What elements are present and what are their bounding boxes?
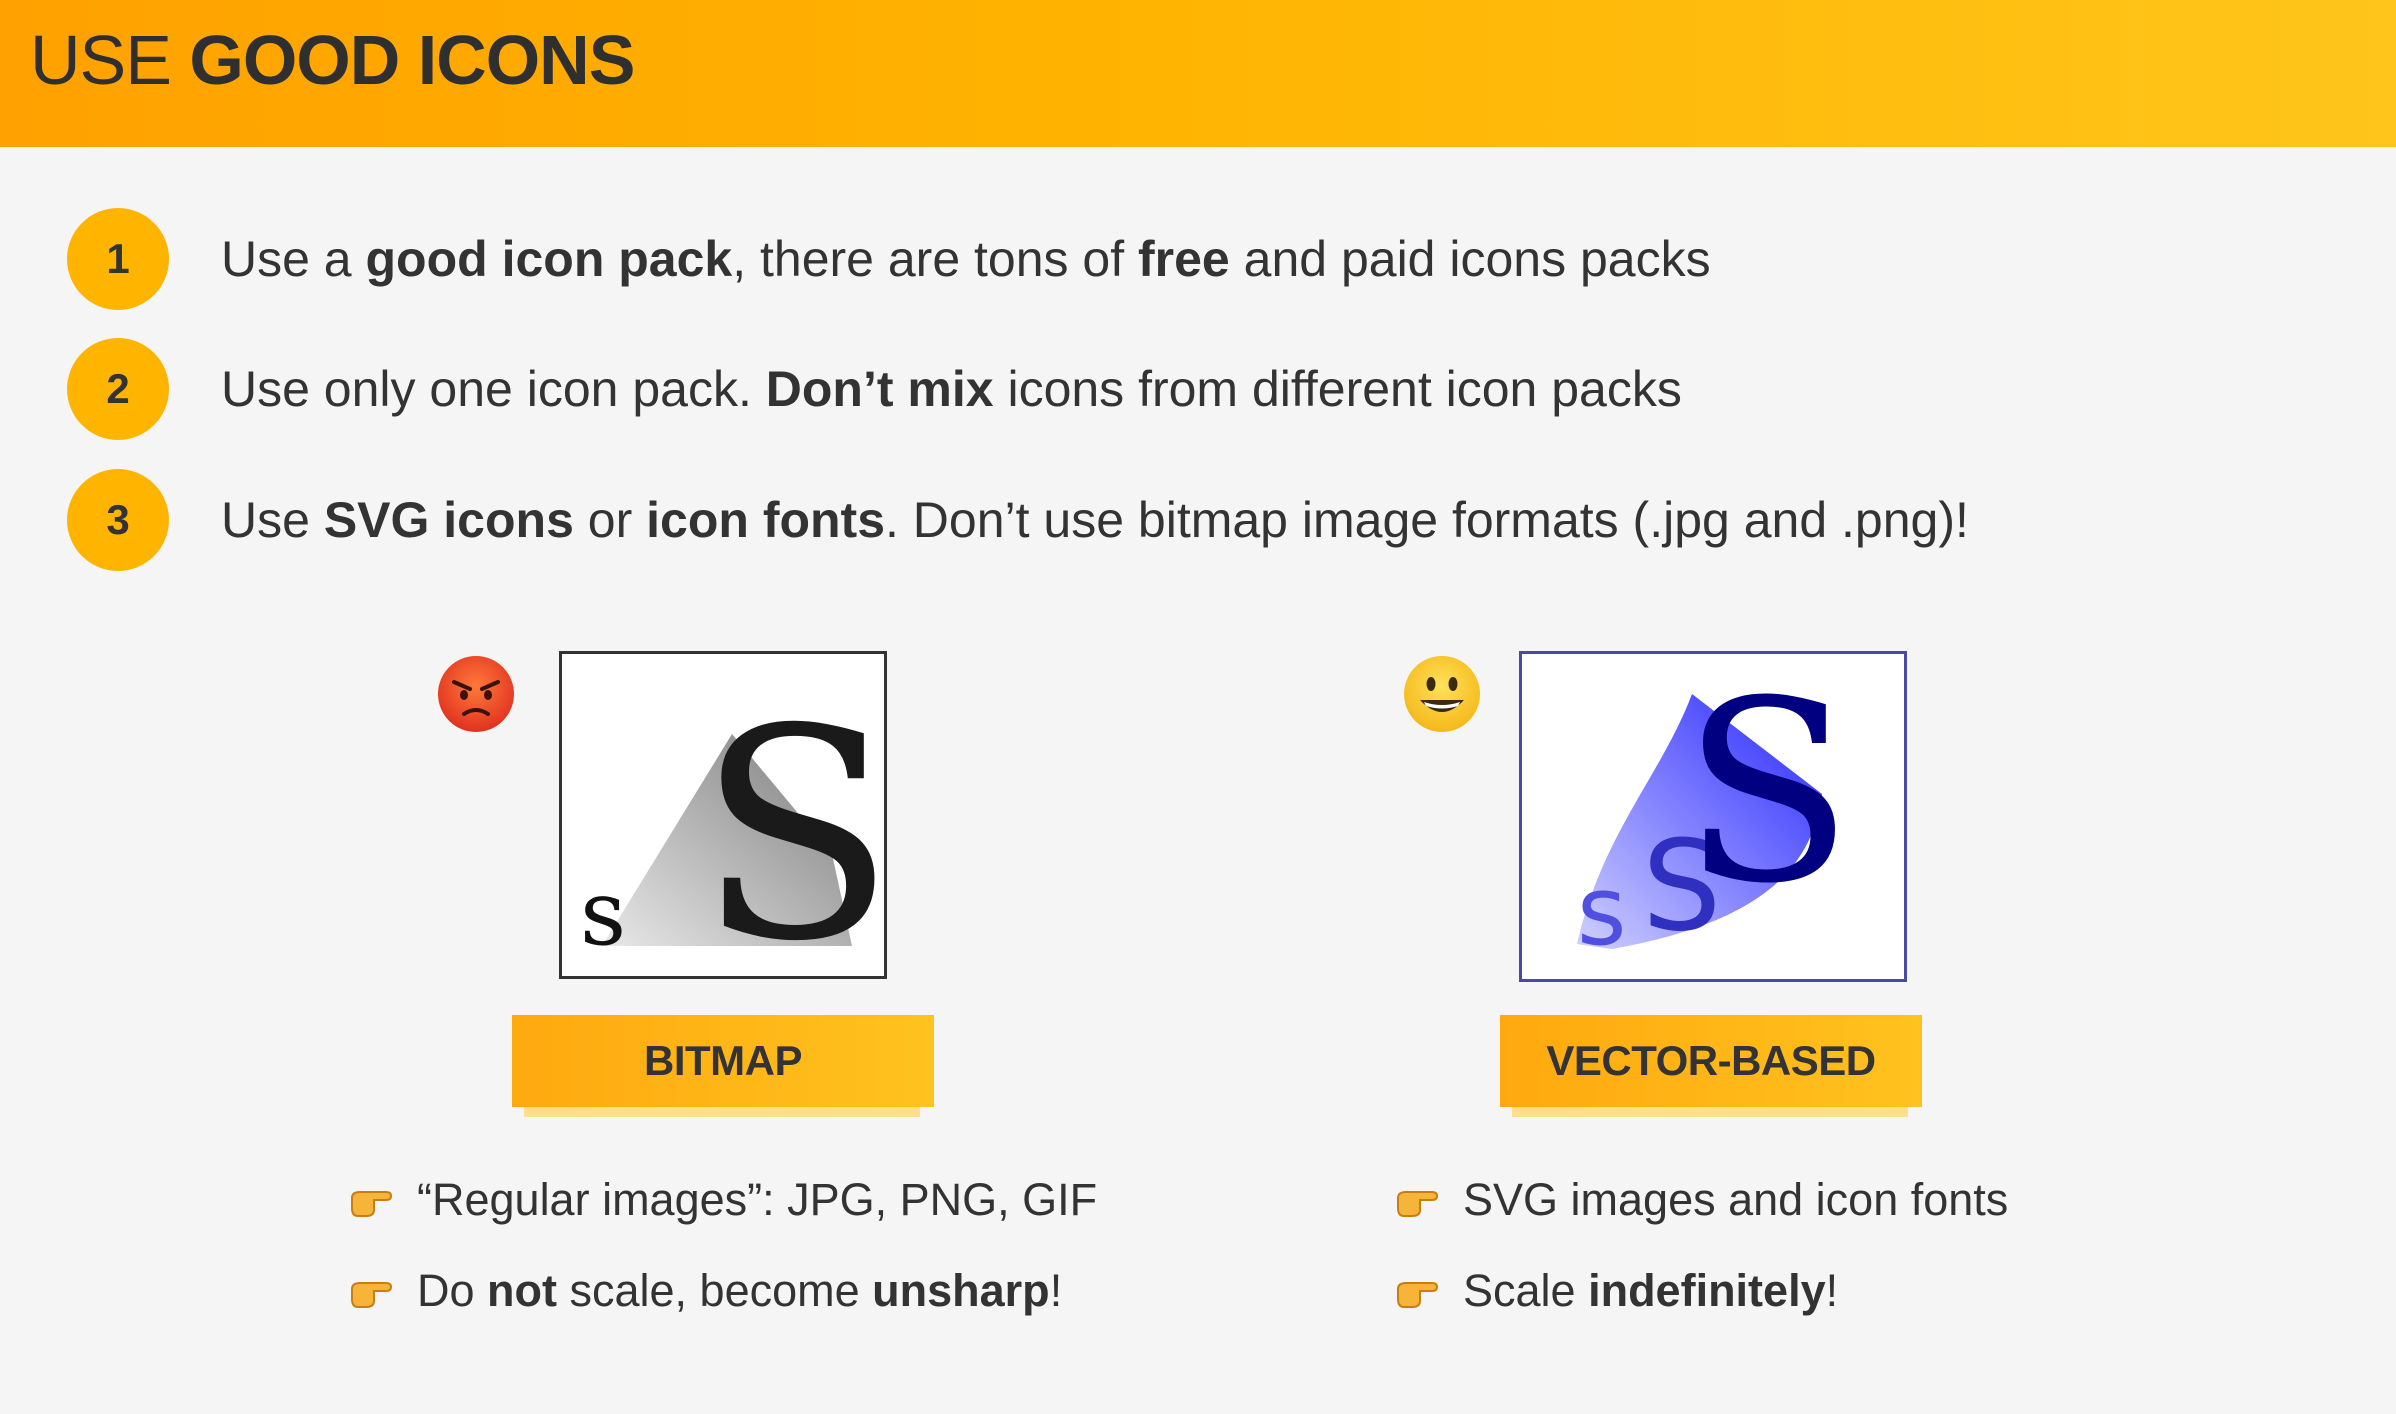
- vector-label: VECTOR-BASED: [1500, 1015, 1922, 1117]
- header-banner: USE GOOD ICONS: [0, 0, 2396, 147]
- point-text: Use a good icon pack, there are tons of …: [221, 231, 1711, 287]
- svg-text:S: S: [697, 668, 884, 976]
- point-number-badge: 2: [67, 338, 169, 440]
- point-text: Use SVG icons or icon fonts. Don’t use b…: [221, 492, 1969, 548]
- point-3: 3 Use SVG icons or icon fonts. Don’t use…: [67, 469, 2317, 571]
- bitmap-label: BITMAP: [512, 1015, 934, 1117]
- bitmap-example-image: s S: [559, 651, 887, 979]
- svg-text:s: s: [1577, 857, 1627, 967]
- point-number-badge: 1: [67, 208, 169, 310]
- pointing-hand-icon: [1397, 1282, 1438, 1308]
- pointing-hand-icon: [351, 1191, 392, 1217]
- point-2: 2 Use only one icon pack. Don’t mix icon…: [67, 338, 2317, 440]
- page-title: USE GOOD ICONS: [30, 21, 635, 99]
- point-number-badge: 3: [67, 469, 169, 571]
- pointing-hand-icon: [1397, 1191, 1438, 1217]
- svg-text:S: S: [1682, 654, 1853, 938]
- vector-example-image: s S S: [1519, 651, 1907, 982]
- angry-face-icon: [438, 656, 514, 732]
- point-text: Use only one icon pack. Don’t mix icons …: [221, 361, 1682, 417]
- pointing-hand-icon: [351, 1282, 392, 1308]
- point-1: 1 Use a good icon pack, there are tons o…: [67, 208, 2317, 310]
- smiling-face-icon: [1404, 656, 1480, 732]
- svg-text:s: s: [580, 861, 626, 966]
